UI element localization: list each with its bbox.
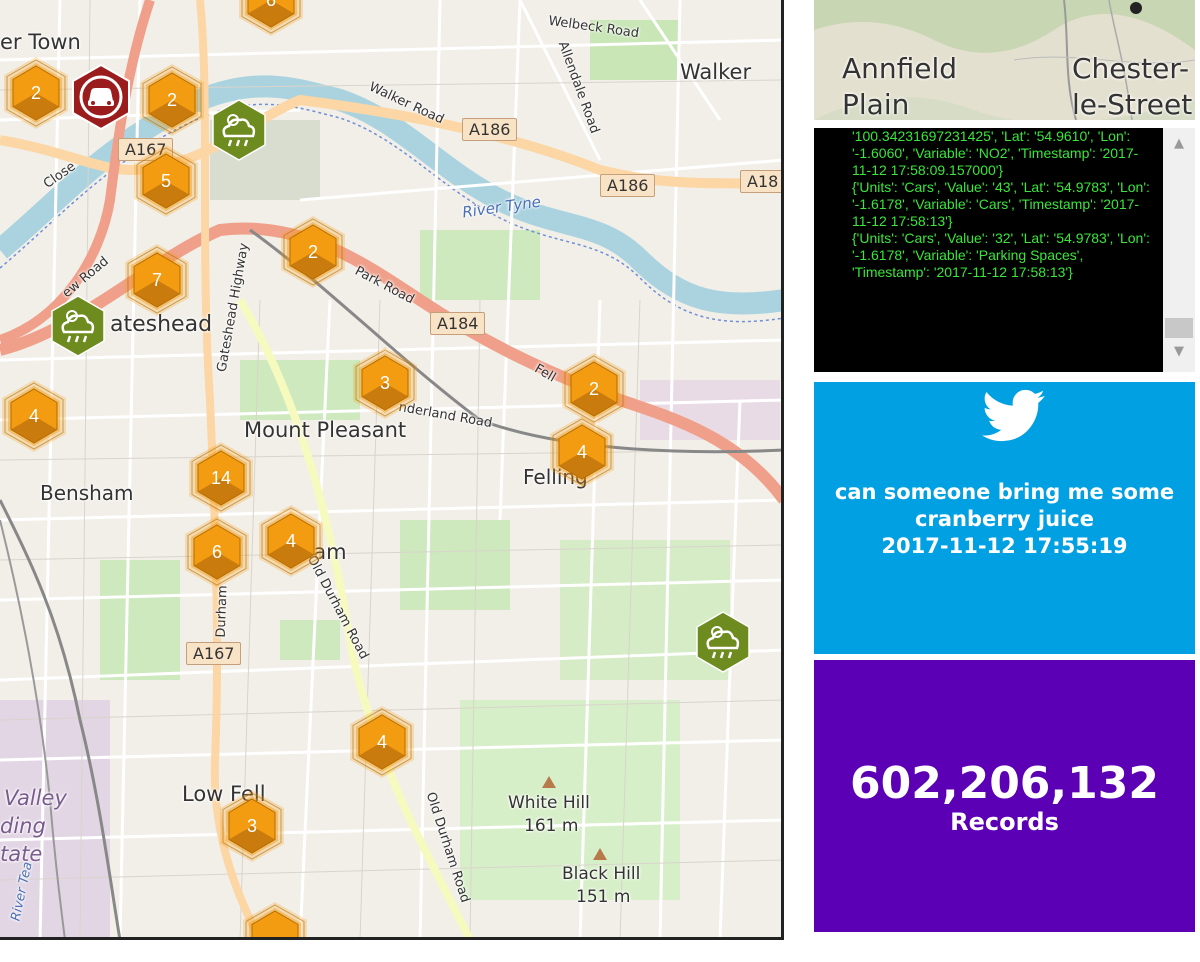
- tweet-line-2: cranberry juice: [915, 507, 1094, 531]
- data-feed-log[interactable]: '100.34231697231425', 'Lat': '54.9610', …: [814, 128, 1163, 372]
- tweet-text: can someone bring me some cranberry juic…: [834, 479, 1175, 560]
- cluster-count: 2: [166, 90, 177, 110]
- cluster-count: 6: [265, 0, 276, 10]
- cluster-marker[interactable]: 6: [233, 0, 309, 38]
- tweet-panel: can someone bring me some cranberry juic…: [814, 382, 1195, 654]
- overview-label-annfield: Annfield: [842, 52, 958, 85]
- tweet-timestamp: 2017-11-12 17:55:19: [881, 534, 1128, 558]
- cluster-marker[interactable]: 5: [128, 143, 204, 219]
- cluster-count: 5: [160, 171, 171, 191]
- cluster-count: 4: [28, 406, 39, 426]
- overview-map[interactable]: Annfield Plain Chester- le-Street: [814, 0, 1195, 120]
- data-feed-panel: '100.34231697231425', 'Lat': '54.9610', …: [814, 128, 1195, 372]
- log-entry: '100.34231697231425', 'Lat': '54.9610', …: [852, 128, 1139, 178]
- cluster-marker[interactable]: 7: [119, 242, 195, 318]
- cluster-count: 6: [211, 542, 222, 562]
- cluster-count: 3: [379, 373, 390, 393]
- road-shield-a167-2: A167: [186, 642, 242, 665]
- weather-marker[interactable]: [685, 604, 761, 680]
- road-shield-a184: A184: [430, 312, 486, 335]
- traffic-marker[interactable]: [63, 59, 139, 135]
- cluster-marker[interactable]: 14: [183, 440, 259, 516]
- cluster-count: [237, 900, 313, 937]
- scroll-up-icon[interactable]: ▲: [1163, 134, 1195, 154]
- cluster-marker[interactable]: [237, 900, 313, 937]
- cluster-marker[interactable]: 6: [179, 514, 255, 590]
- log-entry: {'Units': 'Cars', 'Value': '43', 'Lat': …: [852, 179, 1150, 229]
- cluster-marker[interactable]: 2: [134, 62, 210, 138]
- cluster-marker[interactable]: 2: [275, 214, 351, 290]
- scroll-down-icon[interactable]: ▼: [1163, 342, 1195, 362]
- records-count: 602,206,132: [850, 758, 1159, 809]
- cluster-marker[interactable]: 4: [253, 503, 329, 579]
- cluster-marker[interactable]: 3: [347, 345, 423, 421]
- cluster-count: 4: [576, 442, 587, 462]
- cluster-count: 7: [151, 270, 162, 290]
- twitter-bird-icon: [982, 389, 1045, 442]
- log-entry: {'Units': 'Cars', 'Value': '32', 'Lat': …: [852, 230, 1150, 280]
- overview-label-plain: Plain: [842, 88, 910, 120]
- scrollbar-thumb[interactable]: [1165, 318, 1193, 338]
- rain-cloud-icon: [696, 611, 750, 673]
- cluster-count: 4: [376, 732, 387, 752]
- rain-cloud-icon: [51, 295, 105, 357]
- log-scrollbar[interactable]: ▲ ▼: [1163, 128, 1195, 372]
- weather-marker[interactable]: [40, 288, 116, 364]
- road-shield-a18: A18: [740, 170, 781, 193]
- cluster-marker[interactable]: 4: [544, 414, 620, 490]
- tweet-line-1: can someone bring me some: [834, 480, 1175, 504]
- cluster-count: 3: [246, 816, 257, 836]
- cluster-count: 2: [307, 242, 318, 262]
- car-icon: [72, 63, 130, 131]
- road-shield-a186-2: A186: [600, 174, 656, 197]
- records-panel: 602,206,132 Records: [814, 660, 1195, 932]
- overview-label-chester: Chester-: [1072, 52, 1190, 85]
- cluster-marker[interactable]: 3: [214, 788, 290, 864]
- road-shield-a186: A186: [462, 118, 518, 141]
- cluster-marker[interactable]: 4: [344, 704, 420, 780]
- records-label: Records: [950, 808, 1059, 836]
- weather-marker[interactable]: [201, 92, 277, 168]
- rain-cloud-icon: [212, 99, 266, 161]
- map-view[interactable]: er Town Walker ateshead Mount Pleasant B…: [0, 0, 784, 940]
- overview-label-le-street: le-Street: [1072, 88, 1193, 120]
- cluster-count: 14: [210, 468, 232, 488]
- cluster-count: 4: [285, 531, 296, 551]
- cluster-marker[interactable]: 4: [0, 378, 72, 454]
